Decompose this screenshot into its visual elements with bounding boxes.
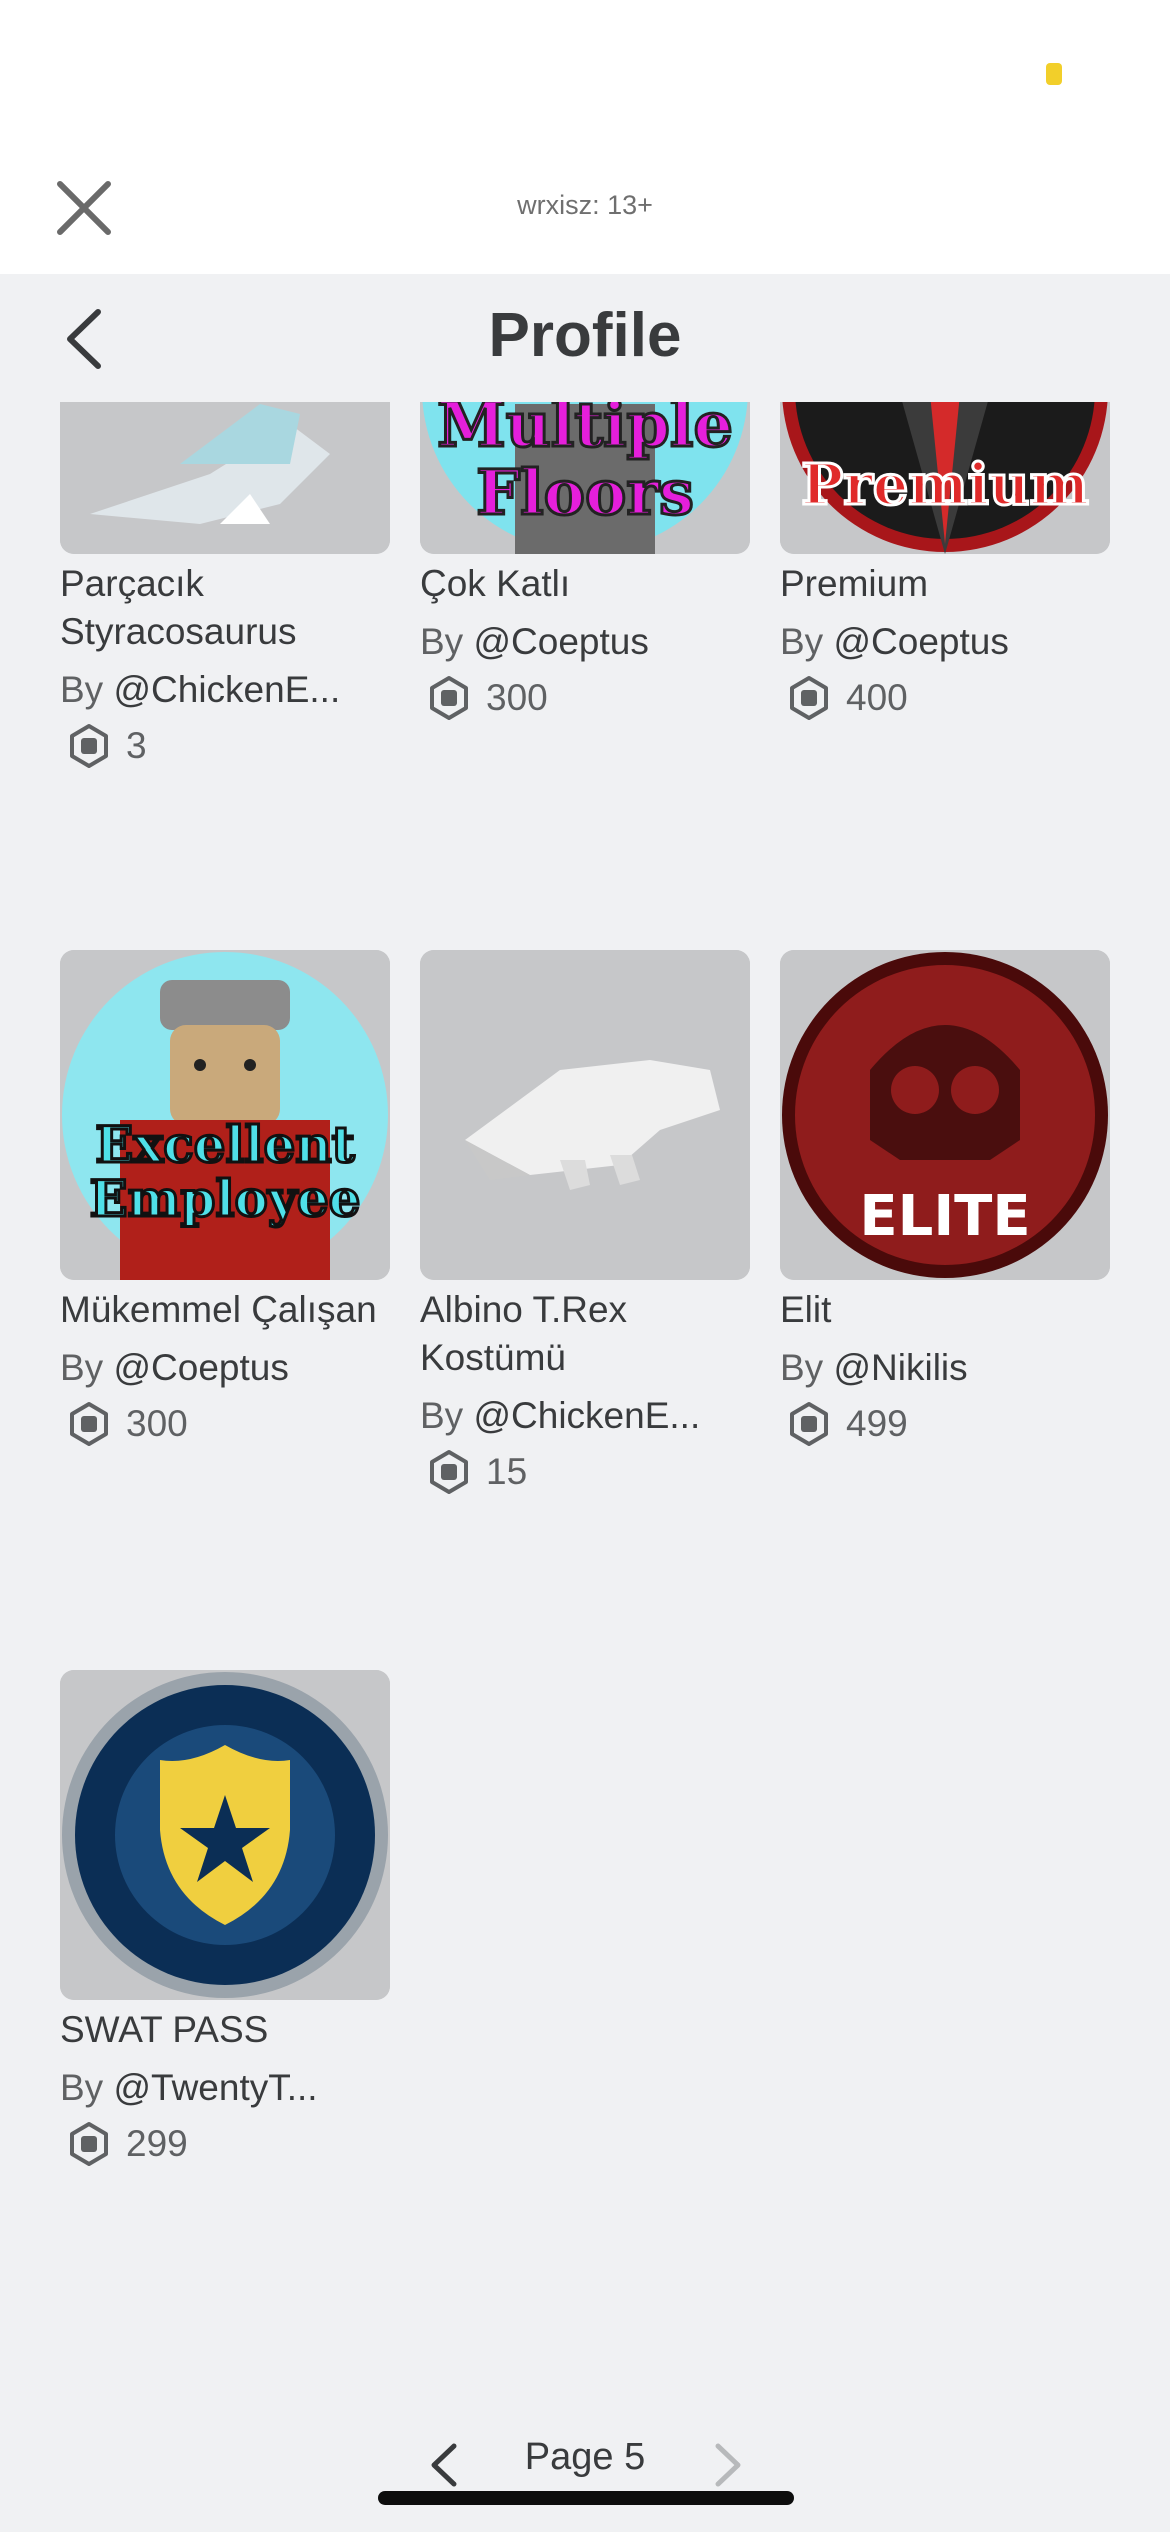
premium-badge: Premium <box>780 402 1110 554</box>
dino-icon <box>60 402 390 554</box>
robux-icon <box>430 1450 468 1494</box>
multiple-floors-badge: Multiple Floors <box>420 402 750 554</box>
item-name: Mükemmel Çalışan <box>60 1289 377 1330</box>
creator-link[interactable]: @TwentyT... <box>113 2067 317 2108</box>
creator-link[interactable]: @Coeptus <box>833 621 1008 662</box>
creator-link[interactable]: @ChickenE... <box>113 669 340 710</box>
swat-shield-badge <box>60 1670 390 2000</box>
thumb-text: Employee <box>90 1169 361 1228</box>
by-label: By <box>60 2067 104 2108</box>
excellent-employee-badge: Excellent Employee <box>60 950 390 1280</box>
list-item[interactable]: Multiple Floors Çok Katlı By @Coeptus 30… <box>420 402 750 722</box>
robux-icon <box>70 1402 108 1446</box>
price: 15 <box>486 1451 528 1492</box>
status-bar <box>0 0 1170 150</box>
page-number: Page 5 <box>524 2436 646 2478</box>
robux-icon <box>70 724 108 768</box>
list-item[interactable]: Parçacık Styracosaurus By @ChickenE... 3 <box>60 402 390 770</box>
thumb-text: Premium <box>801 452 1089 518</box>
price: 300 <box>486 677 548 718</box>
page-title: Profile <box>488 301 682 370</box>
creator-link[interactable]: @ChickenE... <box>473 1395 700 1436</box>
item-name: Çok Katlı <box>420 563 571 604</box>
previous-page-icon[interactable] <box>424 2440 464 2490</box>
price: 299 <box>126 2123 188 2164</box>
item-name: Parçacık Styracosaurus <box>60 563 297 652</box>
list-item[interactable]: ELITE Elit By @Nikilis 499 <box>780 950 1110 1448</box>
price: 300 <box>126 1403 188 1444</box>
price: 3 <box>126 725 147 766</box>
by-label: By <box>60 669 104 710</box>
by-label: By <box>60 1347 104 1388</box>
creator-link[interactable]: @Nikilis <box>833 1347 967 1388</box>
thumb-text: Multiple <box>437 402 733 461</box>
user-age-label: wrxisz: 13+ <box>517 190 653 220</box>
next-page-icon[interactable] <box>708 2440 748 2490</box>
by-label: By <box>420 1395 464 1436</box>
creator-link[interactable]: @Coeptus <box>113 1347 288 1388</box>
by-label: By <box>780 1347 824 1388</box>
list-item[interactable]: Excellent Employee Mükemmel Çalışan By @… <box>60 950 390 1448</box>
by-label: By <box>420 621 464 662</box>
list-item[interactable]: Albino T.Rex Kostümü By @ChickenE... 15 <box>420 950 750 1496</box>
robux-icon <box>790 1402 828 1446</box>
home-indicator[interactable] <box>378 2491 794 2505</box>
game-pass-grid: Parçacık Styracosaurus By @ChickenE... 3… <box>0 402 1170 2402</box>
item-name: SWAT PASS <box>60 2009 269 2050</box>
robux-icon <box>790 676 828 720</box>
creator-link[interactable]: @Coeptus <box>473 621 648 662</box>
elite-skull-badge: ELITE <box>780 950 1110 1280</box>
thumb-text: Excellent <box>95 1115 354 1174</box>
price: 499 <box>846 1403 908 1444</box>
robux-icon <box>430 676 468 720</box>
thumb-text: ELITE <box>859 1184 1030 1249</box>
by-label: By <box>780 621 824 662</box>
recording-indicator-icon <box>1046 63 1062 85</box>
item-name: Premium <box>780 563 929 604</box>
price: 400 <box>846 677 908 718</box>
trex-icon <box>420 950 750 1280</box>
thumb-text: Floors <box>476 456 694 529</box>
item-name: Elit <box>780 1289 832 1330</box>
list-item[interactable]: SWAT PASS By @TwentyT... 299 <box>60 1670 390 2168</box>
item-name: Albino T.Rex Kostümü <box>420 1289 628 1378</box>
robux-icon <box>70 2122 108 2166</box>
list-item[interactable]: Premium Premium By @Coeptus 400 <box>780 402 1110 722</box>
